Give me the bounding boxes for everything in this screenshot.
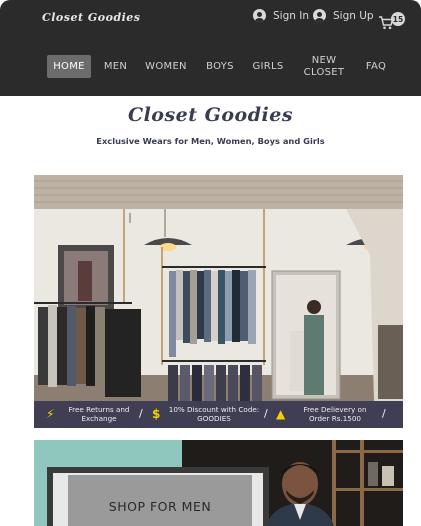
promo-separator: / [139, 407, 143, 420]
nav-faq[interactable]: FAQ [359, 55, 393, 78]
lightning-icon: ⚡ [46, 407, 55, 421]
promo-separator: / [382, 407, 386, 420]
promo-separator: / [264, 407, 268, 420]
sign-up-link[interactable]: Sign Up [313, 9, 374, 22]
top-header: Closet Goodies Sign In Sign Up 15 HOME M… [0, 0, 421, 96]
nav-new-closet-line2: CLOSET [303, 66, 345, 78]
page-title: Closet Goodies [127, 104, 294, 126]
promo-returns-line2: Exchange [81, 414, 117, 423]
header-brand-logo[interactable]: Closet Goodies [42, 11, 141, 24]
sign-up-label: Sign Up [333, 9, 374, 22]
promo-discount-line2: GOODIES [197, 414, 231, 423]
dollar-icon: $ [152, 407, 161, 421]
promo-discount: 10% Discount with Code: GOODIES [166, 405, 262, 423]
promo-delivery: Free Delievery on Order Rs.1500 [292, 405, 378, 423]
user-icon [313, 9, 326, 22]
nav-new-closet-line1: NEW [311, 54, 337, 66]
sign-in-label: Sign In [273, 9, 309, 22]
promo-discount-line1: 10% Discount with Code: [168, 405, 260, 414]
shop-for-men-button[interactable]: SHOP FOR MEN [68, 475, 252, 526]
store-interior-image [34, 175, 403, 428]
promo-delivery-line1: Free Delievery on [303, 405, 367, 414]
promo-returns: Free Returns and Exchange [60, 405, 138, 423]
promo-returns-line1: Free Returns and [68, 405, 130, 414]
cart-button[interactable]: 15 [378, 12, 406, 32]
nav-boys[interactable]: BOYS [201, 55, 239, 78]
nav-girls[interactable]: GIRLS [249, 55, 287, 78]
nav-women[interactable]: WOMEN [142, 55, 190, 78]
main-nav: HOME MEN WOMEN BOYS GIRLS NEW CLOSET FAQ [0, 55, 421, 81]
nav-home[interactable]: HOME [47, 55, 91, 78]
sign-in-link[interactable]: Sign In [253, 9, 309, 22]
user-icon [253, 9, 266, 22]
cart-count-badge: 15 [391, 12, 405, 26]
page-subtitle: Exclusive Wears for Men, Women, Boys and… [96, 136, 325, 146]
nav-new-closet[interactable]: NEW CLOSET [298, 53, 350, 80]
promo-delivery-line2: Order Rs.1500 [308, 414, 362, 423]
promo-bar: ⚡ Free Returns and Exchange / $ 10% Disc… [34, 401, 403, 428]
warning-icon: ▲ [276, 407, 286, 421]
nav-men[interactable]: MEN [99, 55, 132, 78]
hero-banner: ⚡ Free Returns and Exchange / $ 10% Disc… [34, 175, 403, 428]
